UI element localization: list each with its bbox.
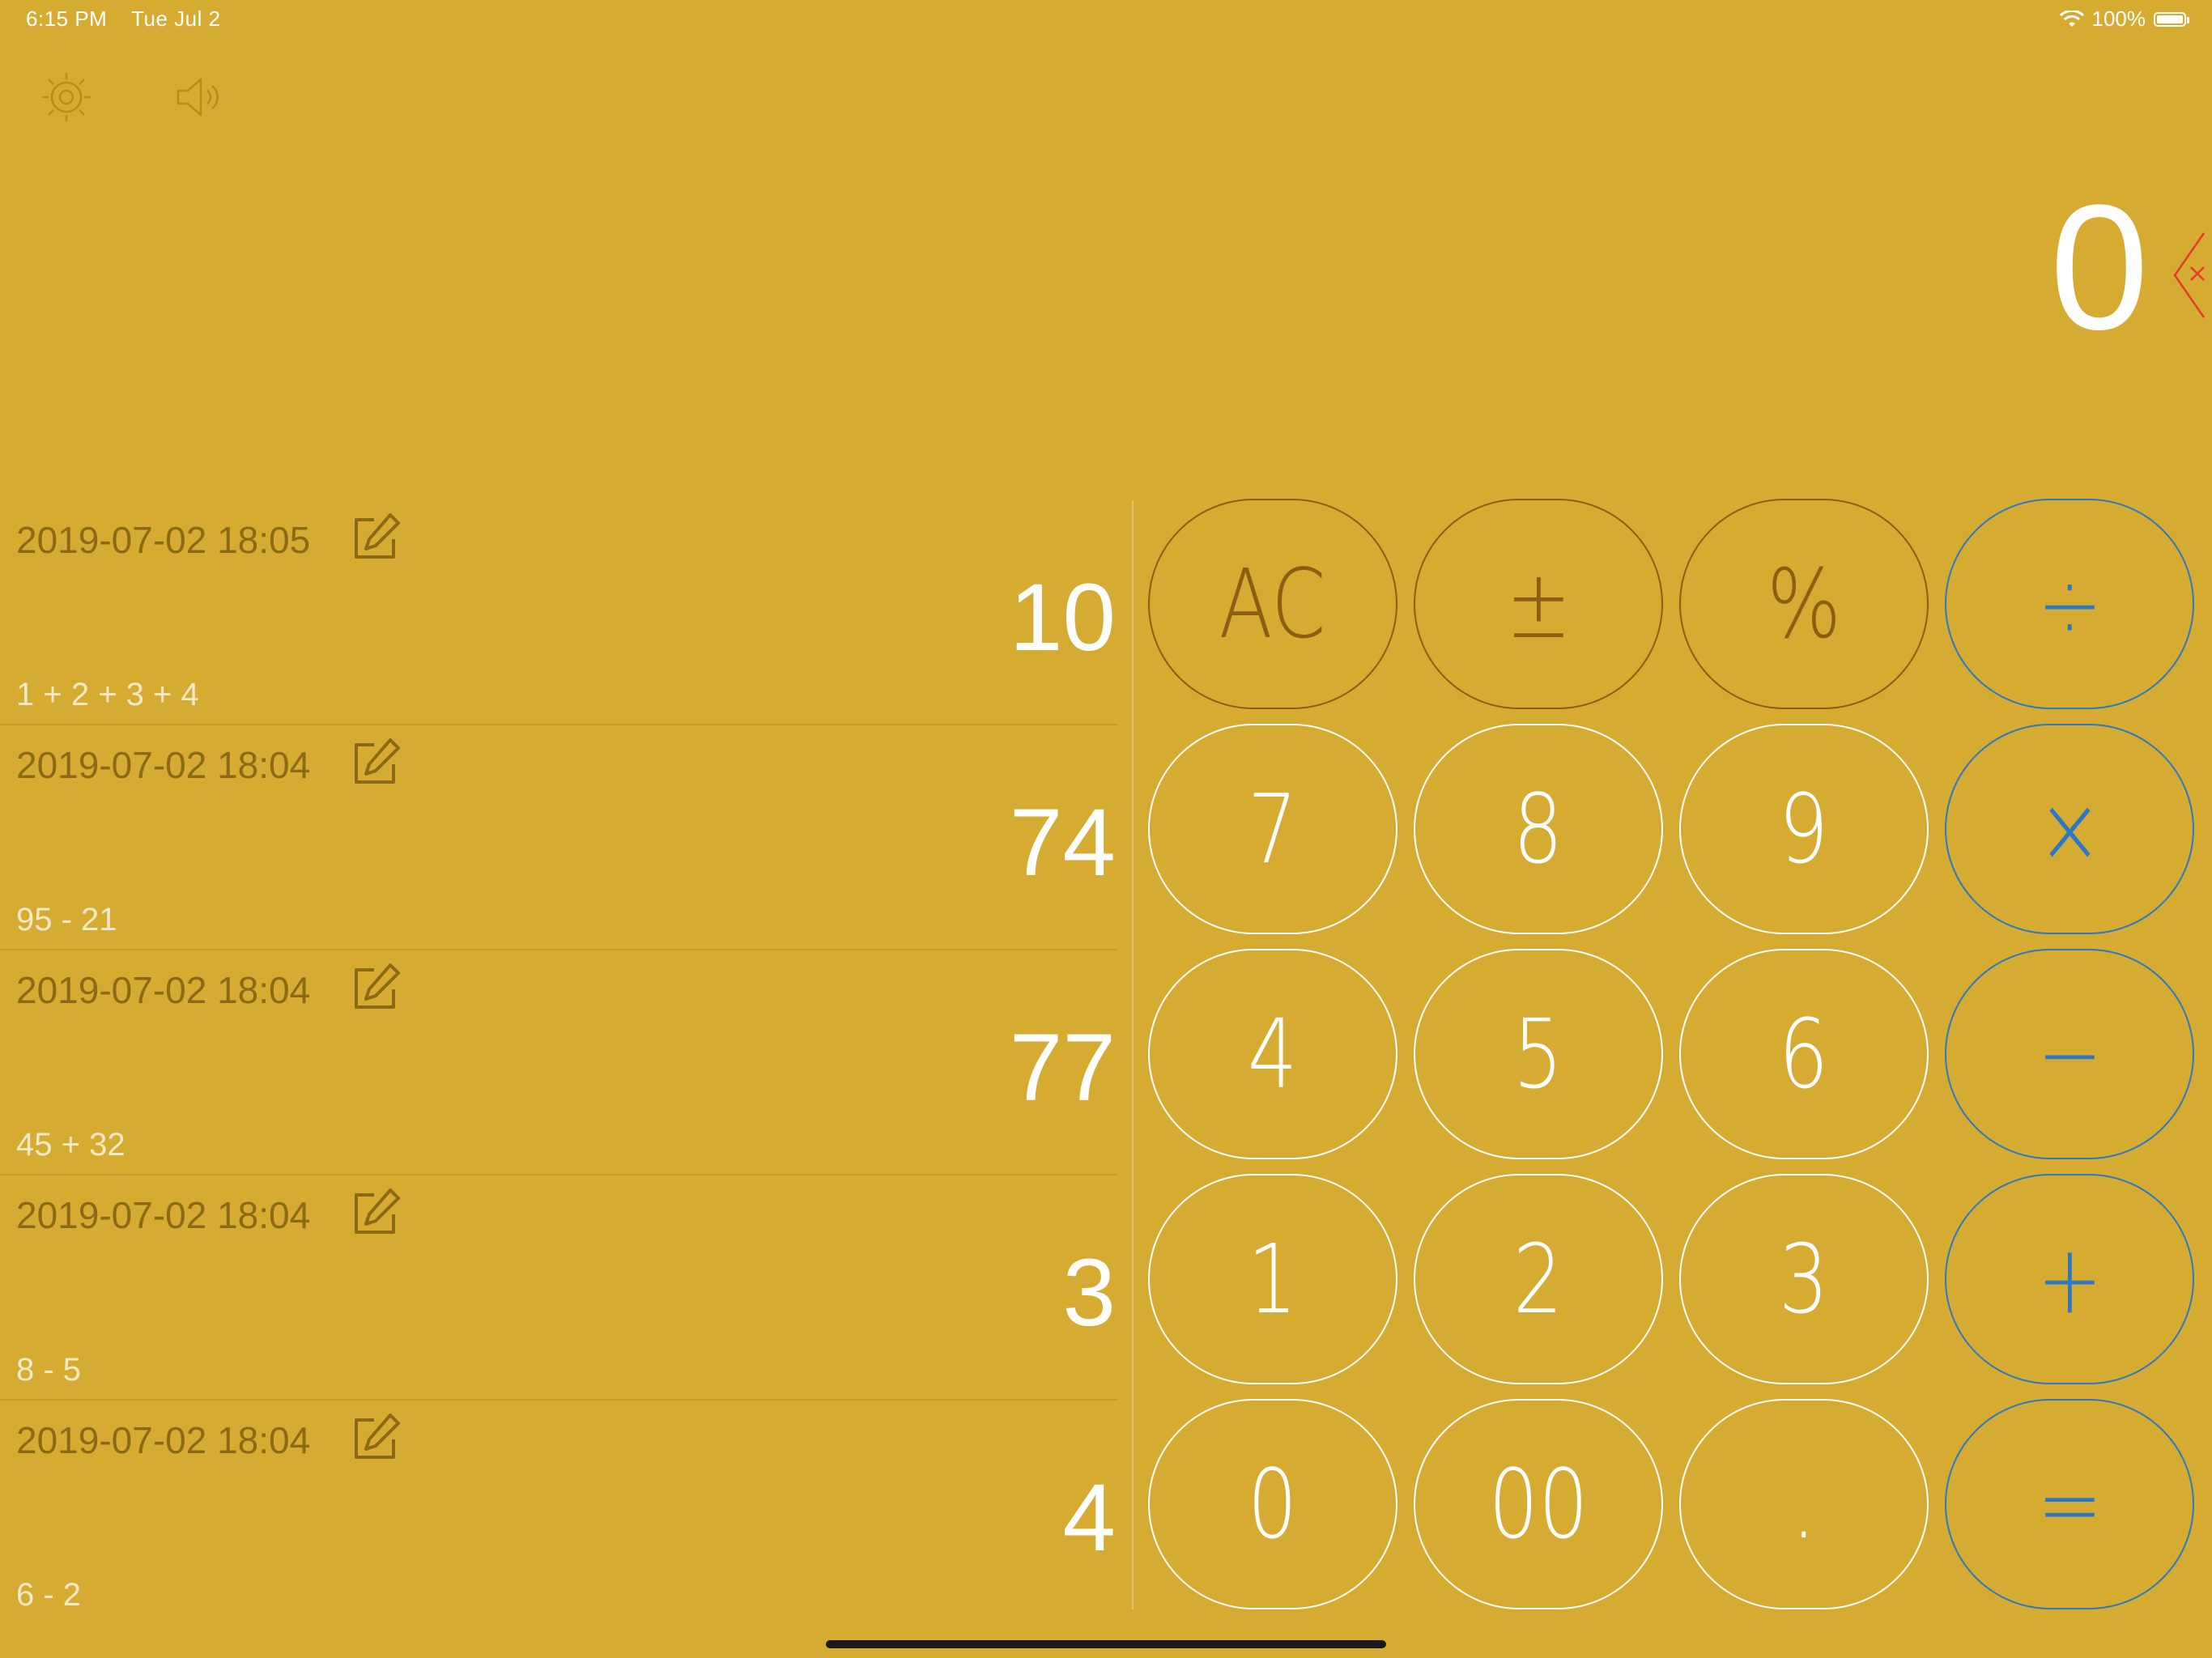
- digit-9-label: 9: [1779, 773, 1829, 885]
- history-expression: 8 - 5: [16, 1352, 82, 1388]
- history-result: 74: [1009, 789, 1116, 896]
- status-date: Tue Jul 2: [131, 6, 221, 31]
- plus-label: +: [2036, 1223, 2103, 1335]
- history-row[interactable]: 2019-07-02 18:04 3 8 - 5: [0, 1175, 1117, 1401]
- status-bar-left: 6:15 PM Tue Jul 2: [26, 6, 221, 32]
- percent-button[interactable]: %: [1679, 499, 1929, 709]
- edit-icon: [355, 1188, 400, 1234]
- digit-0-button[interactable]: 0: [1148, 1399, 1397, 1609]
- percent-label: %: [1767, 548, 1841, 660]
- minus-label: −: [2036, 998, 2103, 1110]
- history-result: 77: [1009, 1014, 1116, 1121]
- edit-history-button[interactable]: [350, 962, 402, 1014]
- history-expression: 1 + 2 + 3 + 4: [16, 677, 199, 712]
- plus-minus-label: ±: [1505, 548, 1572, 660]
- digit-5-label: 5: [1513, 998, 1563, 1110]
- edit-history-button[interactable]: [350, 1187, 402, 1239]
- multiply-button[interactable]: ×: [1945, 724, 2194, 934]
- multiply-label: ×: [2036, 773, 2103, 885]
- decimal-label: .: [1791, 1448, 1817, 1560]
- digit-6-button[interactable]: 6: [1679, 949, 1929, 1159]
- edit-icon: [355, 1414, 400, 1459]
- digit-7-label: 7: [1248, 773, 1298, 885]
- result-display: 0: [2049, 168, 2149, 367]
- history-result: 10: [1009, 564, 1116, 671]
- digit-1-button[interactable]: 1: [1148, 1174, 1397, 1384]
- digit-5-button[interactable]: 5: [1414, 949, 1663, 1159]
- digit-8-label: 8: [1513, 773, 1563, 885]
- battery-icon: [2154, 11, 2189, 27]
- battery-level: [2157, 15, 2183, 23]
- edit-icon: [355, 963, 400, 1009]
- divide-label: ÷: [2036, 548, 2103, 660]
- backspace-icon: [2173, 232, 2206, 318]
- edit-icon: [355, 513, 400, 559]
- battery-percent: 100%: [2091, 6, 2146, 31]
- equals-button[interactable]: =: [1945, 1399, 2194, 1609]
- speaker-icon: [177, 78, 219, 117]
- history-row[interactable]: 2019-07-02 18:05 10 1 + 2 + 3 + 4: [0, 500, 1117, 725]
- ac-label: AC: [1219, 548, 1327, 660]
- digit-8-button[interactable]: 8: [1414, 724, 1663, 934]
- home-indicator: [826, 1640, 1386, 1648]
- double-zero-button[interactable]: 00: [1414, 1399, 1663, 1609]
- delete-button[interactable]: [2172, 227, 2212, 324]
- history-list[interactable]: 2019-07-02 18:05 10 1 + 2 + 3 + 4 2019-07-0…: [0, 500, 1117, 1609]
- digit-4-button[interactable]: 4: [1148, 949, 1397, 1159]
- digit-2-label: 2: [1513, 1223, 1563, 1335]
- edit-history-button[interactable]: [350, 737, 402, 789]
- history-result: 4: [1062, 1465, 1116, 1571]
- history-row[interactable]: 2019-07-02 18:04 77 45 + 32: [0, 950, 1117, 1175]
- digit-3-label: 3: [1779, 1223, 1829, 1335]
- status-bar-right: 100%: [2059, 6, 2189, 32]
- history-date: 2019-07-02 18:05: [16, 519, 311, 561]
- digit-2-button[interactable]: 2: [1414, 1174, 1663, 1384]
- digit-1-label: 1: [1248, 1223, 1298, 1335]
- calculator-app: 6:15 PM Tue Jul 2 100% 0 2019-07-02 18:0…: [0, 0, 2212, 1658]
- history-row[interactable]: 2019-07-02 18:04 4 6 - 2: [0, 1401, 1117, 1609]
- ac-button[interactable]: AC: [1148, 499, 1397, 709]
- edit-icon: [355, 738, 400, 784]
- history-date: 2019-07-02 18:04: [16, 969, 311, 1011]
- history-divider: [1132, 500, 1134, 1609]
- history-date: 2019-07-02 18:04: [16, 1194, 311, 1236]
- plus-minus-button[interactable]: ±: [1414, 499, 1663, 709]
- history-expression: 6 - 2: [16, 1577, 82, 1609]
- history-expression: 45 + 32: [16, 1127, 125, 1163]
- double-zero-label: 00: [1488, 1448, 1589, 1560]
- status-time: 6:15 PM: [26, 6, 108, 31]
- plus-button[interactable]: +: [1945, 1174, 2194, 1384]
- gear-icon: [42, 73, 91, 121]
- decimal-button[interactable]: .: [1679, 1399, 1929, 1609]
- digit-3-button[interactable]: 3: [1679, 1174, 1929, 1384]
- digit-7-button[interactable]: 7: [1148, 724, 1397, 934]
- history-date: 2019-07-02 18:04: [16, 744, 311, 786]
- minus-button[interactable]: −: [1945, 949, 2194, 1159]
- edit-history-button[interactable]: [350, 512, 402, 563]
- history-date: 2019-07-02 18:04: [16, 1419, 311, 1461]
- digit-0-label: 0: [1248, 1448, 1298, 1560]
- wifi-icon: [2059, 10, 2084, 27]
- edit-history-button[interactable]: [350, 1412, 402, 1464]
- history-row[interactable]: 2019-07-02 18:04 74 95 - 21: [0, 725, 1117, 950]
- digit-4-label: 4: [1248, 998, 1298, 1110]
- digit-9-button[interactable]: 9: [1679, 724, 1929, 934]
- history-expression: 95 - 21: [16, 902, 117, 937]
- digit-6-label: 6: [1779, 998, 1829, 1110]
- equals-label: =: [2036, 1448, 2103, 1560]
- sound-button[interactable]: [173, 68, 232, 126]
- history-result: 3: [1062, 1239, 1116, 1346]
- divide-button[interactable]: ÷: [1945, 499, 2194, 709]
- settings-button[interactable]: [37, 68, 96, 126]
